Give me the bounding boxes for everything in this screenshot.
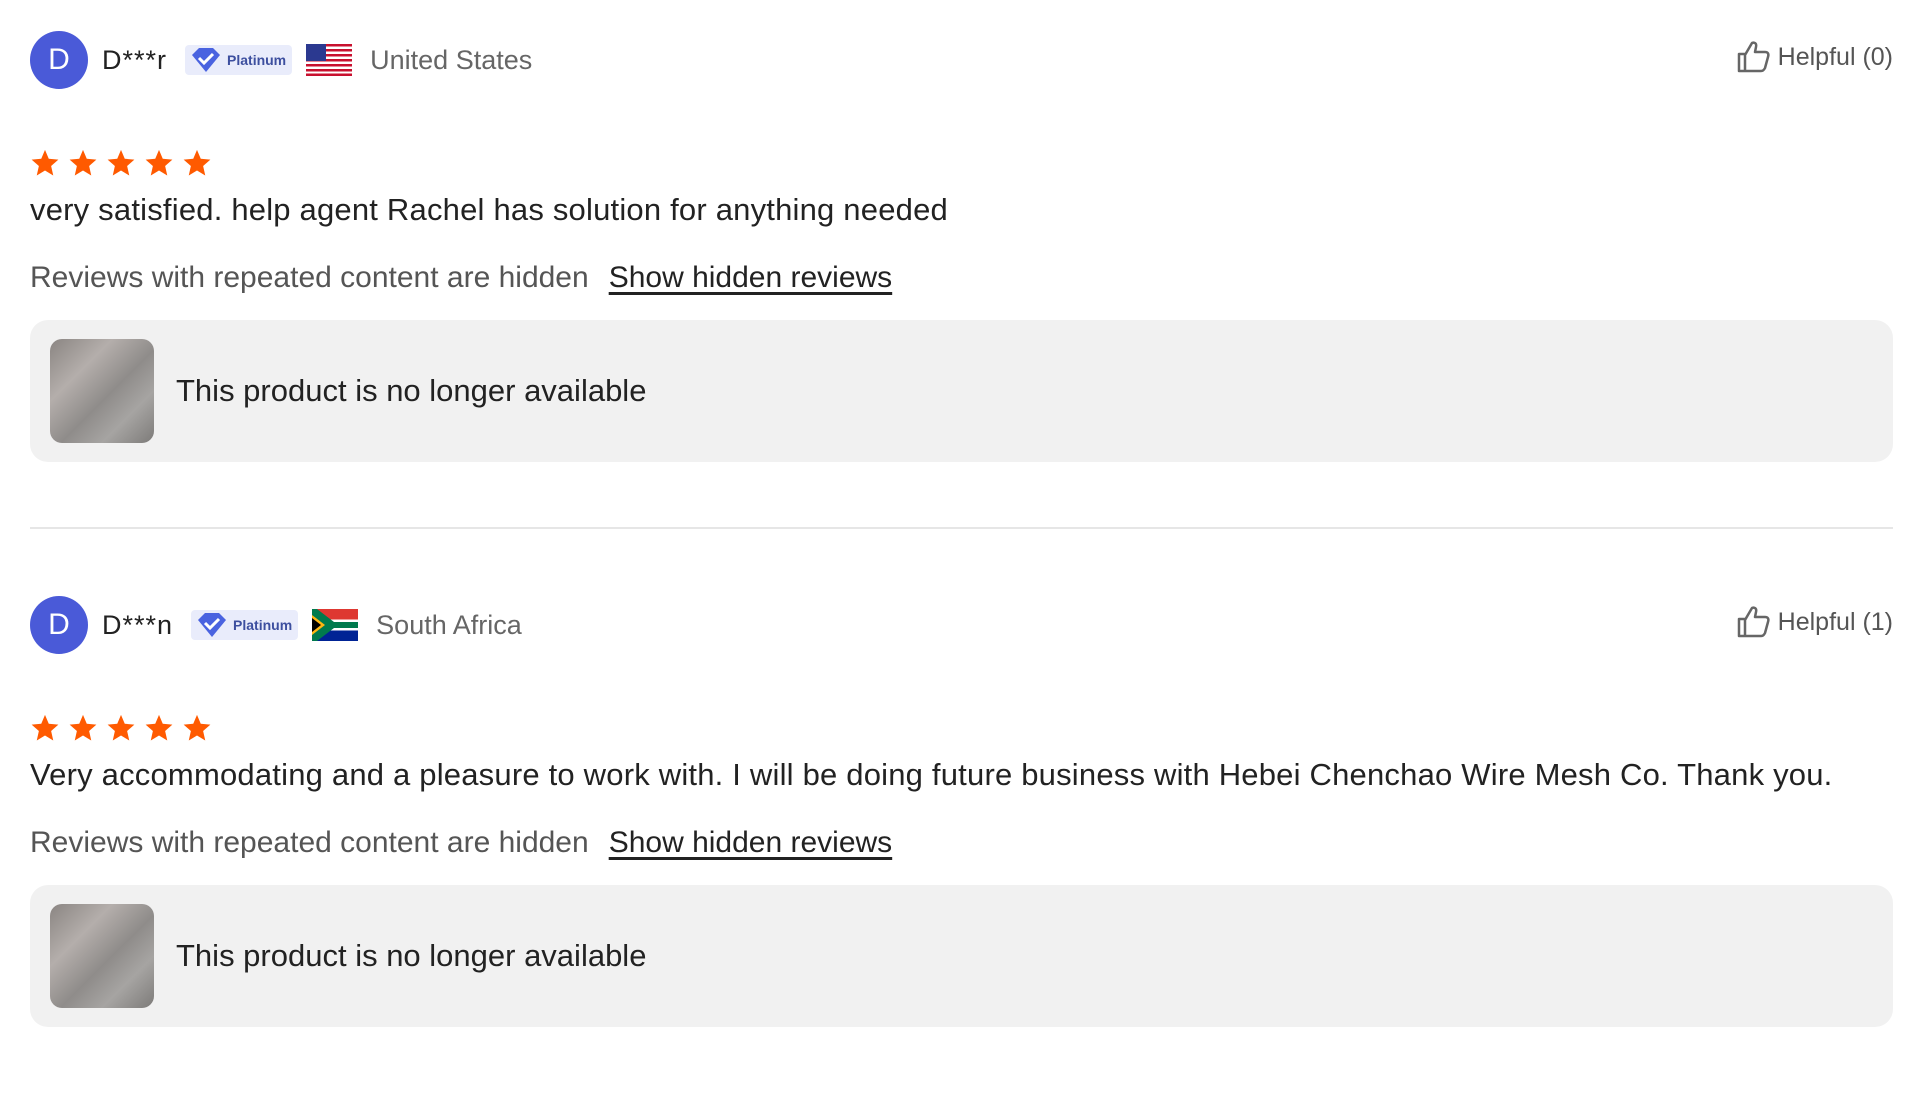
helpful-label: Helpful (0) xyxy=(1777,42,1893,71)
product-status-text: This product is no longer available xyxy=(176,373,647,408)
product-status-text: This product is no longer available xyxy=(176,938,647,973)
thumbs-up-icon xyxy=(1737,41,1770,73)
verified-diamond-icon xyxy=(198,613,227,637)
star-icon xyxy=(69,714,97,741)
reviewer-name: D***r xyxy=(102,44,168,75)
show-hidden-reviews-link[interactable]: Show hidden reviews xyxy=(609,261,893,295)
reviewer-country: South Africa xyxy=(376,609,522,640)
star-icon xyxy=(31,714,59,741)
hidden-reviews-notice: Reviews with repeated content are hidden… xyxy=(30,261,1893,295)
review-header: D D***n Platinum South Africa Helpful (1… xyxy=(30,595,1893,655)
verified-diamond-icon xyxy=(192,48,221,72)
reviewer-name: D***n xyxy=(102,609,174,640)
product-card[interactable]: This product is no longer available xyxy=(30,885,1893,1027)
star-icon xyxy=(69,149,97,176)
product-thumbnail xyxy=(50,904,154,1008)
star-icon xyxy=(107,714,135,741)
review-item: D D***r Platinum United States Helpful (… xyxy=(30,30,1893,535)
hidden-notice-text: Reviews with repeated content are hidden xyxy=(30,826,589,859)
reviews-list: D D***r Platinum United States Helpful (… xyxy=(30,30,1893,1027)
avatar: D xyxy=(30,31,88,89)
platinum-badge: Platinum xyxy=(191,610,299,640)
za-flag-icon xyxy=(312,609,359,641)
avatar: D xyxy=(30,596,88,654)
review-header: D D***r Platinum United States Helpful (… xyxy=(30,30,1893,90)
review-item: D D***n Platinum South Africa Helpful (1… xyxy=(30,595,1893,1095)
review-text: Very accommodating and a pleasure to wor… xyxy=(30,757,1833,792)
star-rating xyxy=(30,713,1893,743)
product-card[interactable]: This product is no longer available xyxy=(30,320,1893,462)
hidden-notice-text: Reviews with repeated content are hidden xyxy=(30,261,589,294)
star-rating xyxy=(30,148,1893,178)
hidden-reviews-notice: Reviews with repeated content are hidden… xyxy=(30,826,1893,860)
platinum-badge: Platinum xyxy=(185,45,293,75)
show-hidden-reviews-link[interactable]: Show hidden reviews xyxy=(609,826,893,860)
star-icon xyxy=(145,714,173,741)
helpful-label: Helpful (1) xyxy=(1777,607,1893,636)
divider xyxy=(30,527,1893,529)
us-flag-icon xyxy=(306,44,353,76)
thumbs-up-icon xyxy=(1737,606,1770,638)
reviewer-country: United States xyxy=(370,44,533,75)
star-icon xyxy=(183,149,211,176)
review-text: very satisfied. help agent Rachel has so… xyxy=(30,192,948,227)
star-icon xyxy=(183,714,211,741)
helpful-button[interactable]: Helpful (0) xyxy=(1734,38,1893,76)
star-icon xyxy=(107,149,135,176)
product-thumbnail xyxy=(50,339,154,443)
badge-label: Platinum xyxy=(233,617,293,633)
badge-label: Platinum xyxy=(227,52,287,68)
star-icon xyxy=(145,149,173,176)
helpful-button[interactable]: Helpful (1) xyxy=(1734,603,1893,641)
star-icon xyxy=(31,149,59,176)
